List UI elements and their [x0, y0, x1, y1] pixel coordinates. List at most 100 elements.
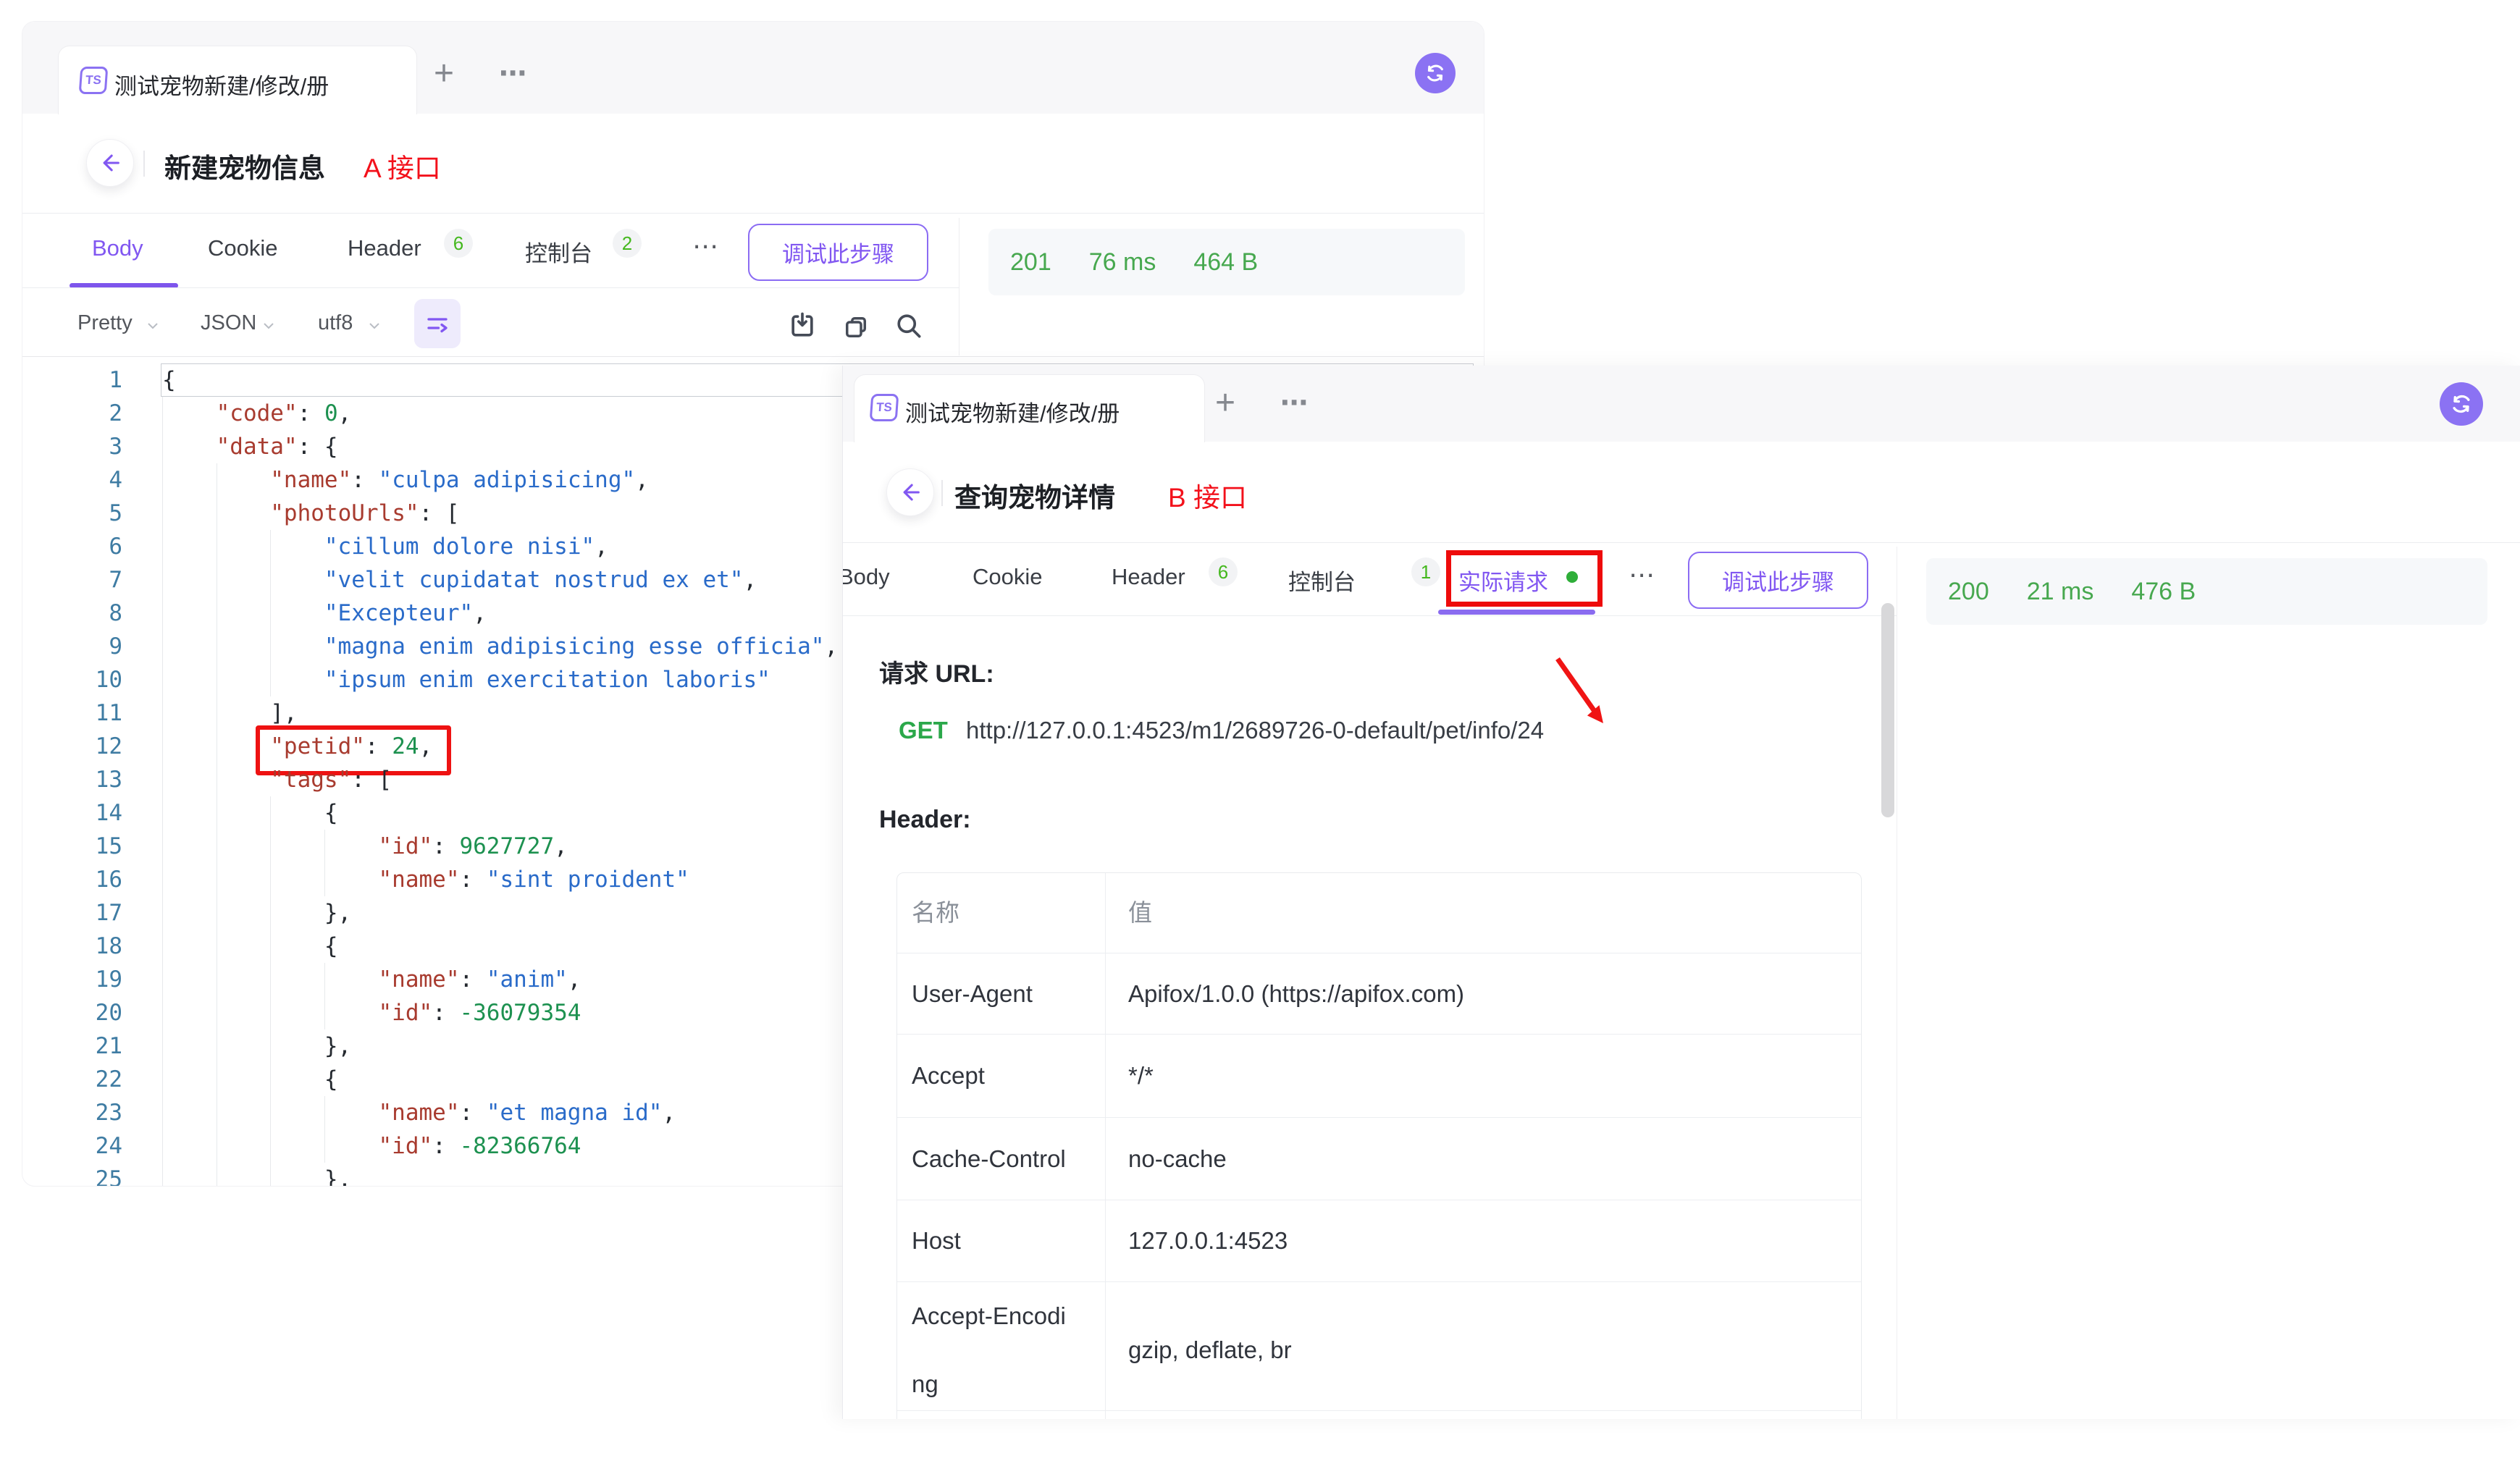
refresh-icon: [2448, 391, 2474, 417]
header-count-badge: 6: [444, 229, 473, 258]
table-row: Cache-Controlno-cache: [897, 1117, 1861, 1200]
tab-console[interactable]: 控制台: [1288, 564, 1356, 597]
download-response-button[interactable]: [786, 309, 819, 342]
tab-body[interactable]: Body: [842, 564, 890, 590]
chevron-down-icon: [147, 322, 159, 329]
tab-header[interactable]: Header: [348, 235, 421, 261]
line-number: 7: [22, 563, 122, 597]
back-button[interactable]: [886, 468, 934, 516]
line-number: 16: [22, 863, 122, 896]
back-arrow-icon: [898, 480, 923, 505]
title-divider: [143, 151, 145, 177]
right-window-tab-label: 测试宠物新建/修改/册: [905, 395, 1120, 428]
tabs-bottom-line: [843, 615, 1897, 616]
download-icon: [786, 310, 818, 342]
left-window-tab[interactable]: TS 测试宠物新建/修改/册: [58, 46, 417, 114]
tab-header[interactable]: Header: [1112, 564, 1185, 590]
new-tab-plus-icon[interactable]: +: [1215, 387, 1235, 419]
line-number: 5: [22, 497, 122, 530]
right-window-tabbar: TS 测试宠物新建/修改/册 + ⋯: [843, 366, 2520, 442]
debug-step-button[interactable]: 调试此步骤: [1688, 552, 1868, 609]
request-method: GET: [899, 717, 948, 744]
status-size: 476 B: [2131, 578, 2196, 606]
line-number: 3: [22, 430, 122, 463]
wrap-lines-toggle[interactable]: [414, 299, 461, 348]
col-name-header: 名称: [897, 873, 1106, 953]
chevron-down-icon: [263, 322, 274, 329]
debug-step-button[interactable]: 调试此步骤: [748, 224, 928, 281]
annotation-a: A 接口: [364, 146, 441, 185]
search-response-button[interactable]: [892, 309, 925, 342]
request-header-label: Header:: [879, 806, 971, 834]
title-divider: [941, 480, 943, 506]
pretty-select[interactable]: Pretty: [77, 311, 133, 335]
refresh-button[interactable]: [1415, 53, 1456, 93]
tab-body[interactable]: Body: [92, 235, 143, 261]
line-number: 17: [22, 896, 122, 930]
tabbar-more-icon[interactable]: ⋯: [1280, 387, 1310, 419]
status-code: 200: [1948, 578, 1989, 606]
ts-badge-icon: TS: [870, 394, 899, 421]
apifox-screenshot: TS 测试宠物新建/修改/册 + ⋯ 新建宠物信息 A 接口 Body Cook…: [0, 0, 2520, 1474]
table-row: 名称值: [897, 873, 1861, 953]
encoding-select[interactable]: utf8: [318, 311, 353, 335]
line-number: 23: [22, 1096, 122, 1129]
line-number: 12: [22, 730, 122, 763]
copy-icon: [841, 312, 871, 342]
line-number: 15: [22, 830, 122, 863]
console-count-badge: 2: [613, 229, 642, 258]
copy-response-button[interactable]: [839, 311, 873, 344]
header-value-cell: no-cache: [1106, 1118, 1861, 1200]
back-arrow-icon: [98, 151, 122, 175]
tabs-more-icon[interactable]: ⋯: [1629, 560, 1655, 590]
line-number: 9: [22, 630, 122, 663]
tabs-bottom-line: [22, 287, 959, 288]
left-window-tab-label: 测试宠物新建/修改/册: [114, 68, 329, 101]
table-row: [897, 1410, 1861, 1419]
tabbar-more-icon[interactable]: ⋯: [499, 58, 529, 90]
status-size: 464 B: [1193, 248, 1258, 277]
new-tab-plus-icon[interactable]: +: [434, 58, 454, 90]
wrap-lines-icon: [424, 311, 450, 337]
refresh-icon: [1423, 61, 1448, 85]
request-url-label: 请求 URL:: [879, 654, 994, 689]
header-name-cell: User-Agent: [897, 953, 1106, 1034]
response-status: 201 76 ms 464 B: [988, 229, 1465, 295]
table-row: Host127.0.0.1:4523: [897, 1200, 1861, 1281]
line-number: 20: [22, 996, 122, 1029]
tab-cookie[interactable]: Cookie: [973, 564, 1043, 590]
request-url: http://127.0.0.1:4523/m1/2689726-0-defau…: [966, 717, 1544, 744]
header-value-cell: gzip, deflate, br: [1106, 1282, 1861, 1418]
tab-cookie[interactable]: Cookie: [208, 235, 278, 261]
header-name-cell: Cache-Control: [897, 1118, 1106, 1200]
line-number: 25: [22, 1163, 122, 1186]
right-window-tab[interactable]: TS 测试宠物新建/修改/册: [854, 374, 1205, 442]
response-status: 200 21 ms 476 B: [1926, 558, 2487, 625]
line-number: 18: [22, 930, 122, 963]
header-name-cell: Accept-Encoding: [897, 1282, 1106, 1418]
line-number: 21: [22, 1029, 122, 1063]
page-title: 查询宠物详情: [954, 476, 1115, 515]
format-select[interactable]: JSON: [201, 311, 256, 335]
refresh-button[interactable]: [2440, 382, 2483, 426]
tab-actual-request[interactable]: 实际请求: [1458, 564, 1548, 597]
line-number: 10: [22, 663, 122, 696]
back-button[interactable]: [86, 139, 134, 187]
col-value-header: 值: [1106, 873, 1861, 953]
status-time: 76 ms: [1089, 248, 1156, 277]
line-number: 4: [22, 463, 122, 497]
header-value-cell: 127.0.0.1:4523: [1106, 1200, 1861, 1281]
active-tab-underline: [1438, 610, 1595, 615]
page-title: 新建宠物信息: [164, 146, 325, 185]
tab-console[interactable]: 控制台: [525, 235, 592, 268]
header-count-badge: 6: [1209, 557, 1238, 586]
header-name-cell: [897, 1411, 1106, 1419]
table-row: User-AgentApifox/1.0.0 (https://apifox.c…: [897, 953, 1861, 1034]
modified-dot: [1566, 571, 1578, 583]
line-number: 24: [22, 1129, 122, 1163]
header-name-cell: Accept: [897, 1035, 1106, 1117]
vertical-scrollbar[interactable]: [1881, 603, 1894, 817]
tabs-more-icon[interactable]: ⋯: [692, 231, 718, 261]
header-value-cell: [1106, 1411, 1861, 1419]
header-value-cell: */*: [1106, 1035, 1861, 1117]
